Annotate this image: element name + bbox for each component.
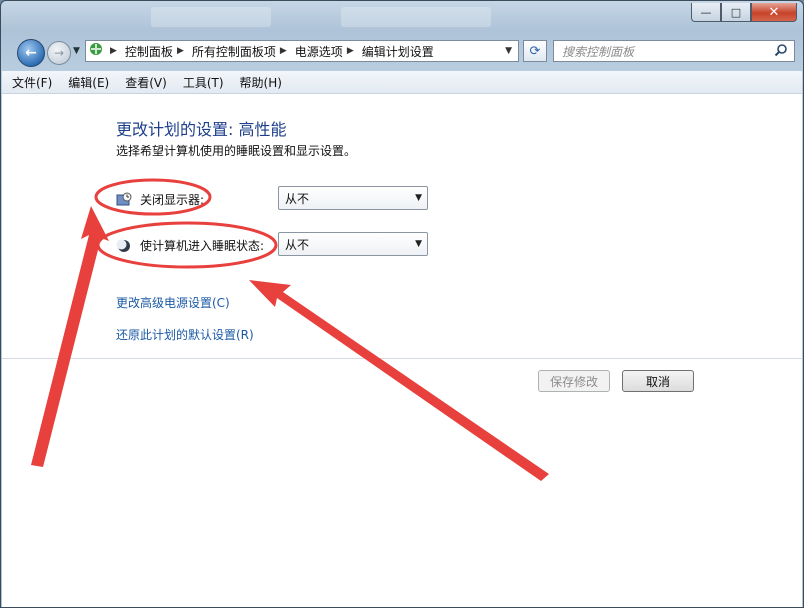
divider (2, 358, 802, 359)
page-subtitle: 选择希望计算机使用的睡眠设置和显示设置。 (116, 144, 357, 158)
breadcrumb-label: 所有控制面板项 (191, 44, 276, 59)
breadcrumb-item[interactable]: 电源选项 (295, 43, 343, 60)
menu-help[interactable]: 帮助(H) (234, 74, 288, 91)
setting-label-sleep: 使计算机进入睡眠状态: (116, 237, 264, 254)
setting-label-text: 关闭显示器: (140, 193, 205, 207)
menu-edit[interactable]: 编辑(E) (62, 74, 115, 91)
display-clock-icon (116, 192, 132, 208)
minimize-icon: — (700, 5, 712, 19)
minimize-button[interactable]: — (691, 3, 721, 22)
breadcrumb-item[interactable]: 控制面板 (125, 43, 173, 60)
forward-button[interactable]: → (47, 41, 71, 65)
control-panel-window: — □ ✕ ← → ▼ ▶ 控制面板 ▶ 所有控制面板项 ▶ 电源选项 ▶ 编辑… (0, 0, 804, 608)
advanced-power-settings-link[interactable]: 更改高级电源设置(C) (116, 294, 230, 311)
chevron-down-icon: ▼ (415, 193, 422, 203)
search-input[interactable] (560, 42, 769, 62)
page-title: 更改计划的设置: 高性能 (116, 120, 287, 139)
save-changes-button[interactable]: 保存修改 (538, 370, 610, 392)
breadcrumb-label: 编辑计划设置 (361, 44, 434, 59)
refresh-button[interactable]: ⟳ (523, 40, 547, 62)
close-icon: ✕ (768, 4, 780, 20)
cancel-button[interactable]: 取消 (622, 370, 694, 392)
maximize-icon: □ (730, 5, 742, 19)
select-value: 从不 (285, 237, 310, 252)
select-value: 从不 (285, 191, 310, 206)
maximize-button[interactable]: □ (721, 3, 751, 22)
search-box[interactable] (553, 40, 795, 62)
recent-pages-dropdown[interactable]: ▼ (73, 46, 80, 56)
setting-label-text: 使计算机进入睡眠状态: (140, 239, 265, 253)
address-dropdown-icon[interactable]: ▼ (505, 46, 512, 56)
breadcrumb-separator-icon[interactable]: ▶ (177, 46, 184, 56)
close-button[interactable]: ✕ (751, 3, 797, 22)
chevron-down-icon: ▼ (73, 46, 80, 56)
background-window-ghost (151, 7, 271, 27)
title-bar: — □ ✕ (1, 1, 803, 33)
chevron-down-icon: ▼ (415, 239, 422, 249)
sleep-select[interactable]: 从不 ▼ (278, 232, 428, 256)
navigation-bar: ← → ▼ ▶ 控制面板 ▶ 所有控制面板项 ▶ 电源选项 ▶ 编辑计划设置 ▼… (1, 37, 803, 67)
menu-view[interactable]: 查看(V) (119, 74, 173, 91)
menu-file[interactable]: 文件(F) (6, 74, 58, 91)
menu-bar: 文件(F) 编辑(E) 查看(V) 工具(T) 帮助(H) (2, 71, 802, 94)
breadcrumb-separator-icon[interactable]: ▶ (347, 46, 354, 56)
back-button[interactable]: ← (17, 39, 45, 67)
search-icon[interactable] (774, 43, 788, 61)
background-window-ghost (341, 7, 491, 27)
setting-label-display: 关闭显示器: (116, 191, 204, 208)
display-off-select[interactable]: 从不 ▼ (278, 186, 428, 210)
breadcrumb-separator-icon[interactable]: ▶ (110, 46, 117, 56)
moon-icon (116, 238, 132, 254)
forward-arrow-icon: → (53, 46, 65, 60)
refresh-icon: ⟳ (529, 43, 541, 59)
address-bar[interactable]: ▶ 控制面板 ▶ 所有控制面板项 ▶ 电源选项 ▶ 编辑计划设置 ▼ (85, 40, 519, 62)
breadcrumb-item[interactable]: 所有控制面板项 (192, 43, 276, 60)
main-content: 更改计划的设置: 高性能 选择希望计算机使用的睡眠设置和显示设置。 关闭显示器:… (2, 94, 802, 607)
breadcrumb-separator-icon[interactable]: ▶ (280, 46, 287, 56)
restore-defaults-link[interactable]: 还原此计划的默认设置(R) (116, 326, 254, 343)
menu-tools[interactable]: 工具(T) (177, 74, 230, 91)
back-arrow-icon: ← (25, 45, 37, 61)
control-panel-icon (86, 41, 106, 61)
breadcrumb-item[interactable]: 编辑计划设置 (362, 43, 434, 60)
window-controls: — □ ✕ (691, 3, 797, 22)
breadcrumb-label: 电源选项 (294, 44, 343, 59)
breadcrumb-label: 控制面板 (124, 44, 173, 59)
